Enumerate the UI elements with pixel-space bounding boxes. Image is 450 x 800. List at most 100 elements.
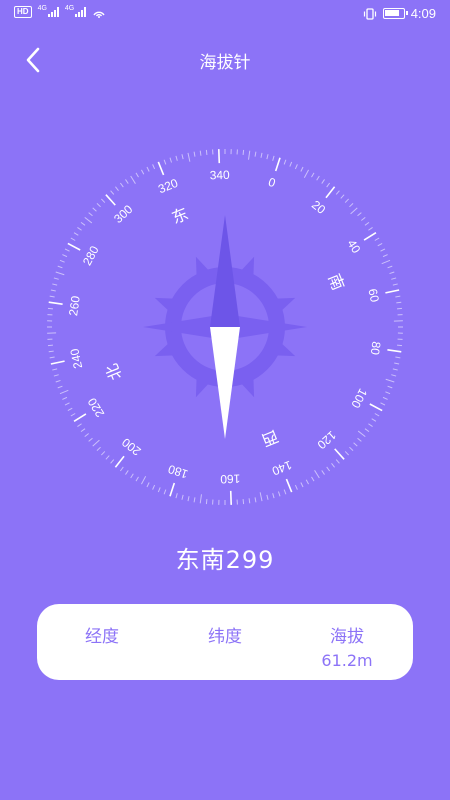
compass-degree-label: 240 [67,347,85,370]
compass-tick [300,482,304,488]
page-title: 海拔针 [199,53,251,73]
compass-tick [254,151,257,157]
compass-tick [114,455,125,468]
compass-tick [48,301,63,305]
compass-tick [361,217,366,221]
longitude-label: 经度 [85,627,119,647]
compass-tick [53,374,59,377]
compass-degree-label: 120 [314,428,338,452]
compass-tick [283,489,287,495]
compass-tick [84,433,89,437]
compass-tick [47,344,53,347]
compass-tick [64,402,70,406]
compass-tick [277,491,281,497]
compass-tick [300,166,304,172]
compass-tick [55,271,65,276]
status-right: 4:09 [363,6,436,21]
compass-tick [193,151,196,157]
compass-tick [135,476,139,482]
compass-tick [392,283,398,286]
compass-tick [96,446,101,452]
compass-degree-label: 60 [365,287,382,303]
compass-tick [130,473,134,479]
compass-tick [369,403,383,412]
compass-degree-label: 320 [156,176,180,197]
compass-tick [285,478,293,493]
compass-tick [57,265,63,269]
compass-tick [157,487,161,493]
compass-tick [248,498,251,504]
compass-tick [125,179,129,184]
compass-tick [100,198,106,203]
compass-tick [157,161,165,176]
compass-tick [70,237,76,241]
compass-tick [80,221,86,226]
compass-tick [175,155,178,161]
compass-tick [368,423,373,427]
compass-tick [163,159,167,165]
compass-tick [64,248,70,252]
compass-tick [374,237,380,241]
compass-tick [397,307,403,310]
compass-tick [364,428,370,433]
compass-tick [289,161,293,167]
compass-tick [326,182,331,188]
compass-tick [130,175,136,184]
compass-degree-label: 180 [166,462,190,482]
compass-tick [316,175,320,181]
compass-tick [387,385,393,389]
compass-tick [311,172,315,178]
compass-tick [125,470,129,475]
compass-tick [350,207,358,215]
compass-tick [47,307,53,310]
compass-tick [100,451,106,456]
compass-tick [294,484,298,490]
compass-tick [115,186,119,191]
compass-tick [380,248,386,252]
compass-tick [344,198,350,203]
compass-tick [374,413,380,417]
compass-tick [80,428,86,433]
compass-tick [385,391,391,395]
compass-tick [395,356,401,359]
compass-tick [77,227,82,231]
compass-tick [260,152,263,158]
compass-tick [57,385,63,389]
compass-degree-label: 260 [66,295,83,317]
status-time: 4:09 [410,6,436,21]
hd-badge: HD [14,6,32,18]
status-bar: HD 4G 4G 4:09 [0,0,450,30]
compass-tick [110,459,115,464]
compass-tick [88,212,93,217]
compass-tick [105,194,116,206]
network-type-1: 4G [37,5,47,12]
longitude-column: 经度 [42,622,162,651]
compass-tick [135,172,139,178]
compass-tick [314,470,320,479]
compass-direction-north: 北 [102,361,126,383]
battery-icon [382,8,408,19]
network-type-2: 4G [64,5,75,12]
compass-tick [382,396,388,400]
compass-tick [62,396,68,400]
compass-tick [169,157,173,163]
compass-tick [272,155,275,161]
compass-tick [146,482,150,488]
compass-tick [181,494,184,500]
compass-tick [396,301,402,304]
compass-degree-label: 340 [209,168,230,183]
signal-strength-icon [47,7,59,17]
compass-degree-label: 280 [80,243,102,268]
compass-tick [181,154,184,160]
compass-tick [55,379,61,383]
status-left: HD 4G 4G [14,5,106,18]
compass-tick [259,492,263,502]
compass-tick [146,166,150,172]
signal-2: 4G [64,5,87,17]
compass-tick [169,482,176,497]
compass-tick [391,374,397,377]
compass-tick [305,479,310,485]
compass-degree-label: 200 [119,435,144,459]
compass-tick [395,295,401,298]
compass-tick [381,259,391,265]
